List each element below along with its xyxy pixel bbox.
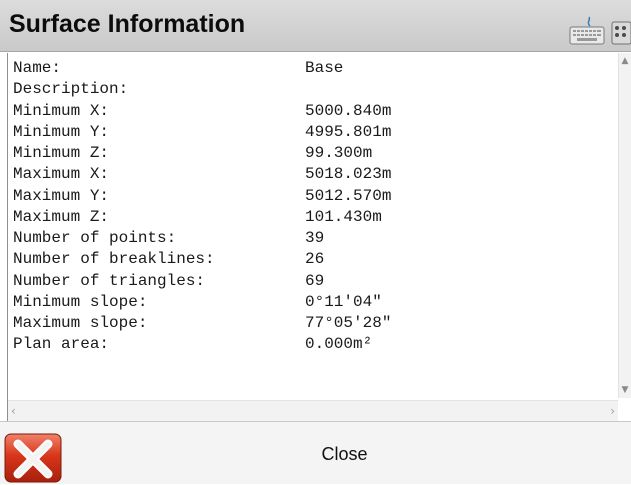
info-label: Name: bbox=[13, 59, 62, 77]
info-row: Description: bbox=[13, 79, 617, 100]
scroll-right-arrow-icon[interactable]: › bbox=[610, 404, 615, 418]
info-value: 39 bbox=[305, 229, 325, 247]
scroll-up-arrow-icon[interactable]: ▲ bbox=[619, 53, 631, 67]
info-value: Base bbox=[305, 59, 344, 77]
close-label: Close bbox=[321, 444, 368, 464]
info-row: Number of triangles: 69 bbox=[13, 271, 617, 292]
info-value: 99.300m bbox=[305, 144, 373, 162]
surface-info-panel: Name: Base Description: Minimum X: 5000.840m… bbox=[7, 53, 631, 421]
title-bar: Surface Information bbox=[0, 0, 631, 52]
info-row: Name: Base bbox=[13, 58, 617, 79]
info-value: 69 bbox=[305, 271, 325, 290]
footer-bar: Close bbox=[0, 421, 631, 484]
info-row: Minimum Y: 4995.801m bbox=[13, 122, 617, 143]
info-label: Maximum Z: bbox=[13, 207, 110, 226]
info-row: Number of breaklines: 26 bbox=[13, 249, 617, 270]
info-value: 26 bbox=[305, 250, 325, 269]
vertical-scrollbar[interactable]: ▲ ▼ bbox=[618, 53, 631, 398]
info-value: 101.430m bbox=[305, 207, 382, 226]
scroll-down-arrow-icon[interactable]: ▼ bbox=[619, 384, 631, 398]
horizontal-scrollbar[interactable]: ‹ › bbox=[8, 400, 618, 421]
info-label: Minimum Y: bbox=[13, 122, 110, 141]
info-row: Plan area: 0.000m² bbox=[13, 334, 617, 355]
info-value: 4995.801m bbox=[305, 122, 392, 141]
info-label: Number of points: bbox=[13, 229, 177, 247]
grid-icon[interactable] bbox=[611, 21, 631, 45]
info-row: Minimum slope: 0°11'04" bbox=[13, 292, 617, 313]
info-row: Maximum slope: 77°05'28" bbox=[13, 313, 617, 334]
scroll-left-arrow-icon[interactable]: ‹ bbox=[11, 404, 16, 418]
info-row: Minimum Z: 99.300m bbox=[13, 143, 617, 164]
info-label: Number of breaklines: bbox=[13, 250, 215, 269]
info-row: Minimum X: 5000.840m bbox=[13, 101, 617, 122]
info-value: 5018.023m bbox=[305, 165, 392, 184]
info-label: Minimum Z: bbox=[13, 144, 110, 162]
info-label: Maximum Y: bbox=[13, 186, 110, 205]
info-label: Maximum X: bbox=[13, 165, 110, 184]
info-row: Maximum Z: 101.430m bbox=[13, 207, 617, 228]
info-value: 5000.840m bbox=[305, 101, 392, 120]
info-label: Maximum slope: bbox=[13, 314, 148, 332]
keyboard-icon[interactable] bbox=[568, 16, 608, 46]
info-value: 0.000m² bbox=[305, 335, 373, 354]
info-label: Minimum slope: bbox=[13, 292, 148, 311]
info-label: Number of triangles: bbox=[13, 271, 206, 290]
info-value: 0°11'04" bbox=[305, 292, 382, 311]
window-title: Surface Information bbox=[9, 10, 246, 38]
info-row: Maximum Y: 5012.570m bbox=[13, 186, 617, 207]
info-value: 77°05'28" bbox=[305, 314, 392, 332]
info-label: Minimum X: bbox=[13, 101, 110, 120]
info-row: Number of points: 39 bbox=[13, 228, 617, 249]
info-label: Description: bbox=[13, 80, 129, 99]
close-button[interactable]: Close bbox=[0, 422, 631, 485]
info-value: 5012.570m bbox=[305, 186, 392, 205]
info-row: Maximum X: 5018.023m bbox=[13, 164, 617, 185]
info-list: Name: Base Description: Minimum X: 5000.840m… bbox=[13, 58, 617, 356]
info-label: Plan area: bbox=[13, 335, 110, 354]
